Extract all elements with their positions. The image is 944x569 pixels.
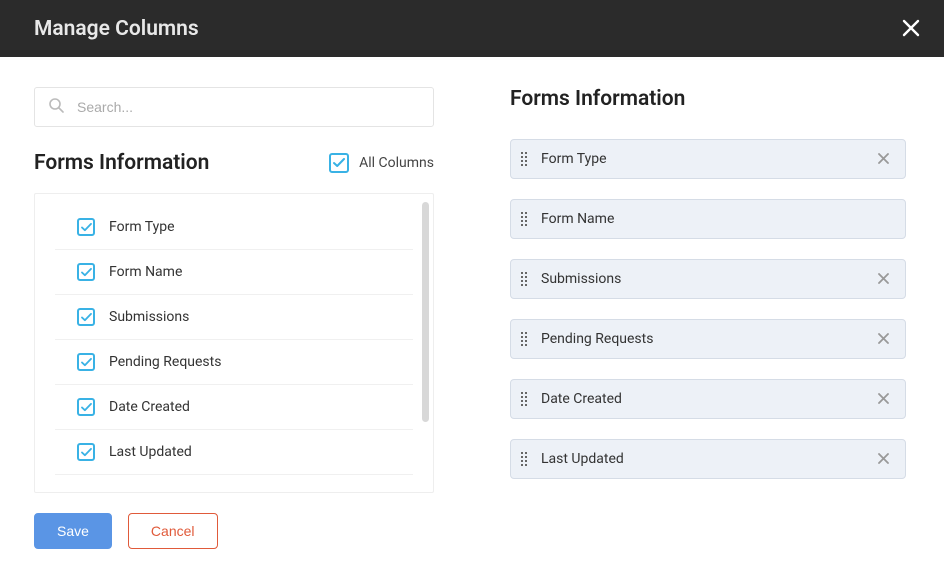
all-columns-toggle[interactable]: All Columns	[329, 153, 434, 173]
drag-handle-icon[interactable]	[521, 152, 527, 166]
check-icon	[81, 448, 92, 457]
item-label: Form Name	[109, 264, 182, 280]
save-button[interactable]: Save	[34, 513, 112, 549]
chip-label: Last Updated	[541, 451, 874, 467]
list-item[interactable]: Form Type	[55, 200, 413, 250]
check-icon	[81, 268, 92, 277]
item-checkbox[interactable]	[77, 263, 95, 281]
search-wrap	[34, 87, 434, 127]
column-chip[interactable]: Form Type	[510, 139, 906, 179]
close-icon	[878, 453, 889, 464]
chip-label: Form Name	[541, 211, 893, 227]
columns-list: Form Type Form Name Submissions	[34, 193, 434, 493]
close-icon	[878, 273, 889, 284]
dialog-header: Manage Columns	[0, 0, 944, 57]
cancel-button[interactable]: Cancel	[128, 513, 218, 549]
check-icon	[333, 158, 345, 168]
column-chip[interactable]: Pending Requests	[510, 319, 906, 359]
list-item[interactable]: Last Updated	[55, 430, 413, 475]
item-label: Pending Requests	[109, 354, 221, 370]
search-icon	[48, 97, 64, 117]
list-item[interactable]: Date Created	[55, 385, 413, 430]
chip-remove-button[interactable]	[874, 146, 893, 172]
item-checkbox[interactable]	[77, 353, 95, 371]
item-label: Form Type	[109, 219, 175, 235]
check-icon	[81, 403, 92, 412]
close-button[interactable]	[902, 17, 920, 41]
item-checkbox[interactable]	[77, 308, 95, 326]
chip-remove-button[interactable]	[874, 266, 893, 292]
column-chip[interactable]: Last Updated	[510, 439, 906, 479]
drag-handle-icon[interactable]	[521, 332, 527, 346]
item-label: Date Created	[109, 399, 190, 415]
chip-label: Pending Requests	[541, 331, 874, 347]
item-checkbox[interactable]	[77, 398, 95, 416]
right-panel: Forms Information Form Type Form Name	[472, 57, 944, 569]
left-section-title: Forms Information	[34, 151, 209, 175]
search-input[interactable]	[34, 87, 434, 127]
chip-remove-button[interactable]	[874, 446, 893, 472]
list-item[interactable]: Submissions	[55, 295, 413, 340]
scrollbar[interactable]	[422, 202, 429, 422]
item-checkbox[interactable]	[77, 218, 95, 236]
right-section-title: Forms Information	[510, 87, 906, 111]
item-label: Submissions	[109, 309, 189, 325]
all-columns-checkbox[interactable]	[329, 153, 349, 173]
left-section-header: Forms Information All Columns	[34, 151, 434, 175]
item-label: Last Updated	[109, 444, 192, 460]
left-panel: Forms Information All Columns Form Type	[0, 57, 472, 569]
column-chip[interactable]: Date Created	[510, 379, 906, 419]
list-item[interactable]: Form Name	[55, 250, 413, 295]
columns-list-scroll[interactable]: Form Type Form Name Submissions	[35, 200, 433, 486]
drag-handle-icon[interactable]	[521, 272, 527, 286]
chip-remove-button[interactable]	[874, 386, 893, 412]
chip-remove-button[interactable]	[874, 326, 893, 352]
dialog-body: Forms Information All Columns Form Type	[0, 57, 944, 569]
column-chip[interactable]: Form Name	[510, 199, 906, 239]
chip-label: Date Created	[541, 391, 874, 407]
all-columns-label: All Columns	[359, 155, 434, 171]
drag-handle-icon[interactable]	[521, 392, 527, 406]
dialog-title: Manage Columns	[34, 17, 199, 41]
button-row: Save Cancel	[34, 513, 434, 549]
column-chip[interactable]: Submissions	[510, 259, 906, 299]
close-icon	[878, 153, 889, 164]
drag-handle-icon[interactable]	[521, 452, 527, 466]
list-item[interactable]: Pending Requests	[55, 340, 413, 385]
check-icon	[81, 313, 92, 322]
check-icon	[81, 358, 92, 367]
close-icon	[878, 393, 889, 404]
item-checkbox[interactable]	[77, 443, 95, 461]
chip-label: Form Type	[541, 151, 874, 167]
close-icon	[902, 19, 920, 37]
check-icon	[81, 223, 92, 232]
drag-handle-icon[interactable]	[521, 212, 527, 226]
chip-label: Submissions	[541, 271, 874, 287]
close-icon	[878, 333, 889, 344]
